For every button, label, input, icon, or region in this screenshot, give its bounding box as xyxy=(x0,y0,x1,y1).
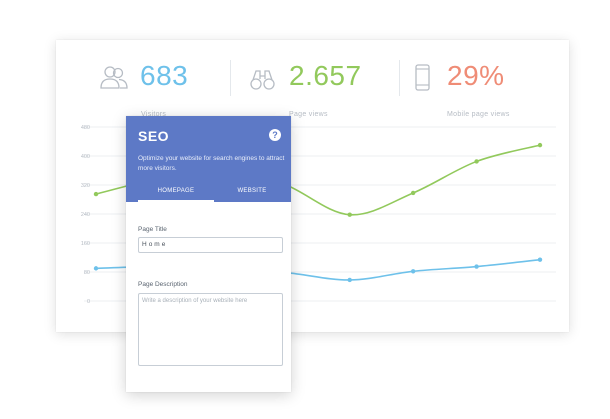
page-description-textarea[interactable]: Write a description of your website here xyxy=(138,293,283,366)
tab-homepage[interactable]: HOMEPAGE xyxy=(138,186,214,202)
y-tick-label: 480 xyxy=(81,125,90,131)
page-title-input[interactable]: Home xyxy=(138,237,283,253)
y-tick-label: 240 xyxy=(81,212,90,218)
data-point xyxy=(347,212,352,217)
help-icon[interactable]: ? xyxy=(269,129,281,141)
data-point xyxy=(410,190,416,196)
data-point xyxy=(474,159,479,164)
data-point xyxy=(93,266,99,271)
data-point xyxy=(537,257,543,262)
y-tick-label: 400 xyxy=(81,154,90,160)
y-tick-label: 80 xyxy=(84,270,90,276)
y-tick-label: 320 xyxy=(81,183,90,189)
seo-panel: SEO ? Optimize your website for search e… xyxy=(126,116,291,392)
data-point xyxy=(410,269,416,274)
seo-title: SEO xyxy=(138,128,170,144)
data-point xyxy=(347,277,352,283)
y-tick-label: 0 xyxy=(87,299,90,305)
data-point xyxy=(537,142,543,148)
tab-website[interactable]: WEBSITE xyxy=(214,186,290,202)
data-point xyxy=(474,264,479,269)
y-tick-label: 160 xyxy=(81,241,90,247)
seo-description: Optimize your website for search engines… xyxy=(138,155,285,172)
data-point xyxy=(93,191,99,197)
page-description-label: Page Description xyxy=(138,281,188,288)
page-title-label: Page Title xyxy=(138,226,167,233)
seo-header: SEO ? Optimize your website for search e… xyxy=(126,116,291,202)
